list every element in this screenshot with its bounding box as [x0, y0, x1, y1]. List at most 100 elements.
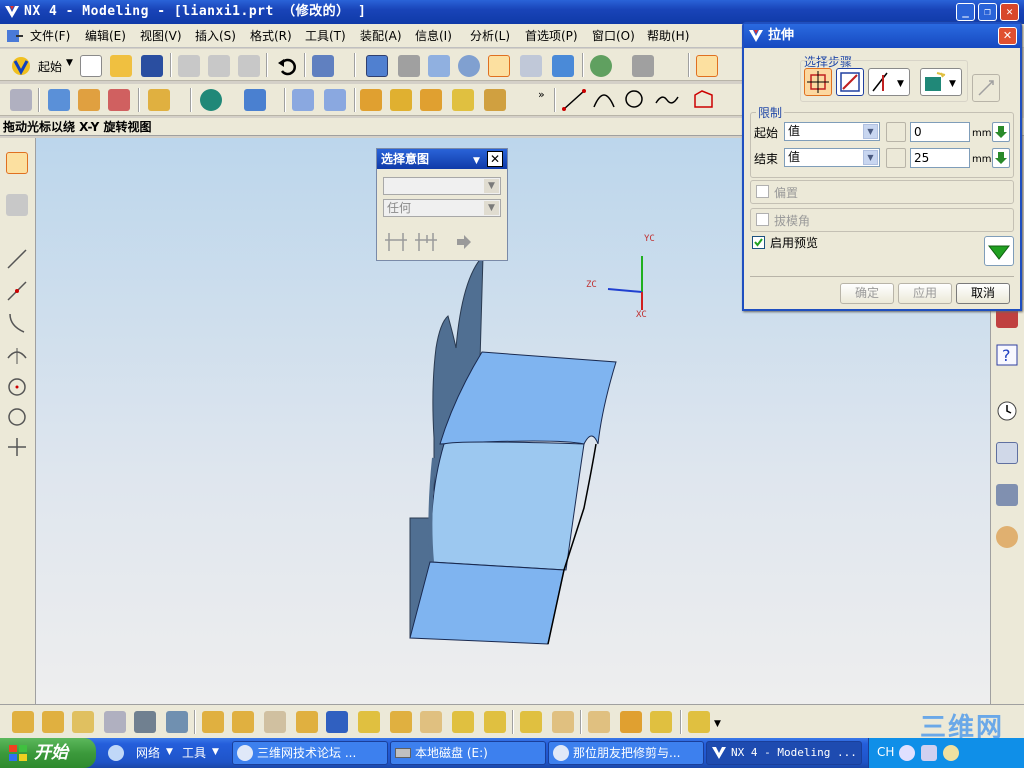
- document-menu-icon[interactable]: [6, 28, 24, 44]
- quicklaunch-network[interactable]: 网络: [136, 744, 160, 761]
- menu-format[interactable]: 格式(R): [248, 27, 294, 45]
- network-icon[interactable]: [108, 745, 124, 761]
- chevron-down-icon[interactable]: ▼: [166, 747, 173, 757]
- point-icon[interactable]: [6, 436, 28, 458]
- wcs-icon[interactable]: [696, 55, 718, 77]
- cylinder-icon[interactable]: [390, 89, 412, 111]
- tangent-icon[interactable]: [6, 344, 28, 366]
- feature-tool-17-icon[interactable]: [520, 711, 542, 733]
- cancel-button[interactable]: 取消: [956, 283, 1010, 304]
- boolean-step-icon[interactable]: ▼: [920, 68, 962, 96]
- assembly-navigator-icon[interactable]: [996, 484, 1018, 506]
- feature-tool-16-icon[interactable]: [484, 711, 506, 733]
- feature-tool-6-icon[interactable]: [166, 711, 188, 733]
- chevron-down-icon[interactable]: ▼: [212, 747, 219, 757]
- quicklaunch-tools[interactable]: 工具: [182, 744, 206, 761]
- feature-tool-3-icon[interactable]: [72, 711, 94, 733]
- edge-blend-icon[interactable]: [292, 89, 314, 111]
- menu-preferences[interactable]: 首选项(P): [523, 27, 580, 45]
- chevron-down-icon[interactable]: ▼: [473, 151, 480, 171]
- circle-tool-icon[interactable]: [6, 406, 28, 428]
- restore-button[interactable]: ❐: [978, 3, 997, 21]
- ok-button[interactable]: 确定: [840, 283, 894, 304]
- menu-analysis[interactable]: 分析(L): [468, 27, 512, 45]
- filter-dropdown[interactable]: 任何 ▼: [383, 199, 501, 217]
- end-type-select[interactable]: 值 ▼: [784, 148, 880, 167]
- arc-icon[interactable]: [592, 89, 616, 111]
- follow-fillet-icon[interactable]: [413, 231, 439, 253]
- section-step-icon[interactable]: [804, 68, 832, 96]
- information-icon[interactable]: [312, 55, 334, 77]
- menu-file[interactable]: 文件(F): [28, 27, 72, 45]
- cut-icon[interactable]: [178, 55, 200, 77]
- tray-volume-icon[interactable]: [921, 745, 937, 761]
- tray-app-icon[interactable]: [899, 745, 915, 761]
- feature-tool-15-icon[interactable]: [452, 711, 474, 733]
- feature-tool-19-icon[interactable]: [588, 711, 610, 733]
- feature-tool-14-icon[interactable]: [420, 711, 442, 733]
- history-icon[interactable]: [996, 400, 1018, 422]
- open-folder-icon[interactable]: [110, 55, 132, 77]
- block-icon[interactable]: [360, 89, 382, 111]
- reverse-direction-icon[interactable]: [972, 74, 1000, 102]
- fit-view-icon[interactable]: [366, 55, 388, 77]
- menu-view[interactable]: 视图(V): [138, 27, 184, 45]
- end-value-input[interactable]: 25: [910, 148, 970, 168]
- feature-tool-1-icon[interactable]: [12, 711, 34, 733]
- enable-preview-checkbox[interactable]: [752, 236, 765, 249]
- menu-insert[interactable]: 插入(S): [193, 27, 238, 45]
- hole-icon[interactable]: [484, 89, 506, 111]
- more-tools-icon[interactable]: »: [538, 88, 545, 101]
- revolve-icon[interactable]: [78, 89, 100, 111]
- boolean-icon[interactable]: [200, 89, 222, 111]
- arrow-right-icon[interactable]: [455, 233, 473, 251]
- start-inference-icon[interactable]: [886, 122, 906, 142]
- circle-icon[interactable]: [622, 89, 646, 111]
- sweep-icon[interactable]: [108, 89, 130, 111]
- tray-network-icon[interactable]: [943, 745, 959, 761]
- point-constructor-icon[interactable]: [6, 194, 28, 216]
- start-button[interactable]: 开始: [0, 738, 96, 768]
- feature-tool-12-icon[interactable]: [358, 711, 380, 733]
- menu-edit[interactable]: 编辑(E): [83, 27, 128, 45]
- sketch-icon[interactable]: [10, 89, 32, 111]
- close-icon[interactable]: ✕: [998, 27, 1017, 45]
- layer-icon[interactable]: [632, 55, 654, 77]
- feature-tool-22-icon[interactable]: [688, 711, 710, 733]
- roles-icon[interactable]: [996, 526, 1018, 548]
- language-indicator[interactable]: CH: [877, 745, 894, 759]
- feature-tool-10-icon[interactable]: [296, 711, 318, 733]
- stop-at-intersection-icon[interactable]: [383, 231, 409, 253]
- shaded-view-icon[interactable]: [552, 55, 574, 77]
- feature-tool-9-icon[interactable]: [264, 711, 286, 733]
- vector-step-icon[interactable]: ▼: [868, 68, 910, 96]
- line-icon[interactable]: [562, 89, 586, 111]
- part-navigator-icon[interactable]: [996, 442, 1018, 464]
- task-forum[interactable]: 三维网技术论坛 ...: [232, 741, 388, 765]
- menu-information[interactable]: 信息(I): [413, 27, 454, 45]
- close-button[interactable]: ✕: [1000, 3, 1019, 21]
- start-type-select[interactable]: 值 ▼: [784, 122, 880, 141]
- circle-center-icon[interactable]: [6, 376, 28, 398]
- zoom-window-icon[interactable]: [398, 55, 420, 77]
- menu-window[interactable]: 窗口(O): [590, 27, 637, 45]
- feature-tool-11-icon[interactable]: [326, 711, 348, 733]
- trim-body-icon[interactable]: [244, 89, 266, 111]
- start-down-arrow-icon[interactable]: [992, 122, 1010, 142]
- undo-icon[interactable]: [276, 55, 298, 77]
- feature-tool-2-icon[interactable]: [42, 711, 64, 733]
- rotate-icon[interactable]: [488, 55, 510, 77]
- draft-checkbox[interactable]: [756, 213, 769, 226]
- feature-tool-18-icon[interactable]: [552, 711, 574, 733]
- feature-tool-21-icon[interactable]: [650, 711, 672, 733]
- datum-plane-icon[interactable]: [148, 89, 170, 111]
- start-value-input[interactable]: 0: [910, 122, 970, 142]
- apply-button[interactable]: 应用: [898, 283, 952, 304]
- start-button-label[interactable]: 起始: [38, 58, 62, 75]
- chevron-down-icon[interactable]: ▼: [714, 719, 721, 729]
- menu-assembly[interactable]: 装配(A): [358, 27, 404, 45]
- end-inference-icon[interactable]: [886, 148, 906, 168]
- render-style-icon[interactable]: [590, 55, 612, 77]
- feature-tool-4-icon[interactable]: [104, 711, 126, 733]
- curve-rule-dropdown[interactable]: ▼: [383, 177, 501, 195]
